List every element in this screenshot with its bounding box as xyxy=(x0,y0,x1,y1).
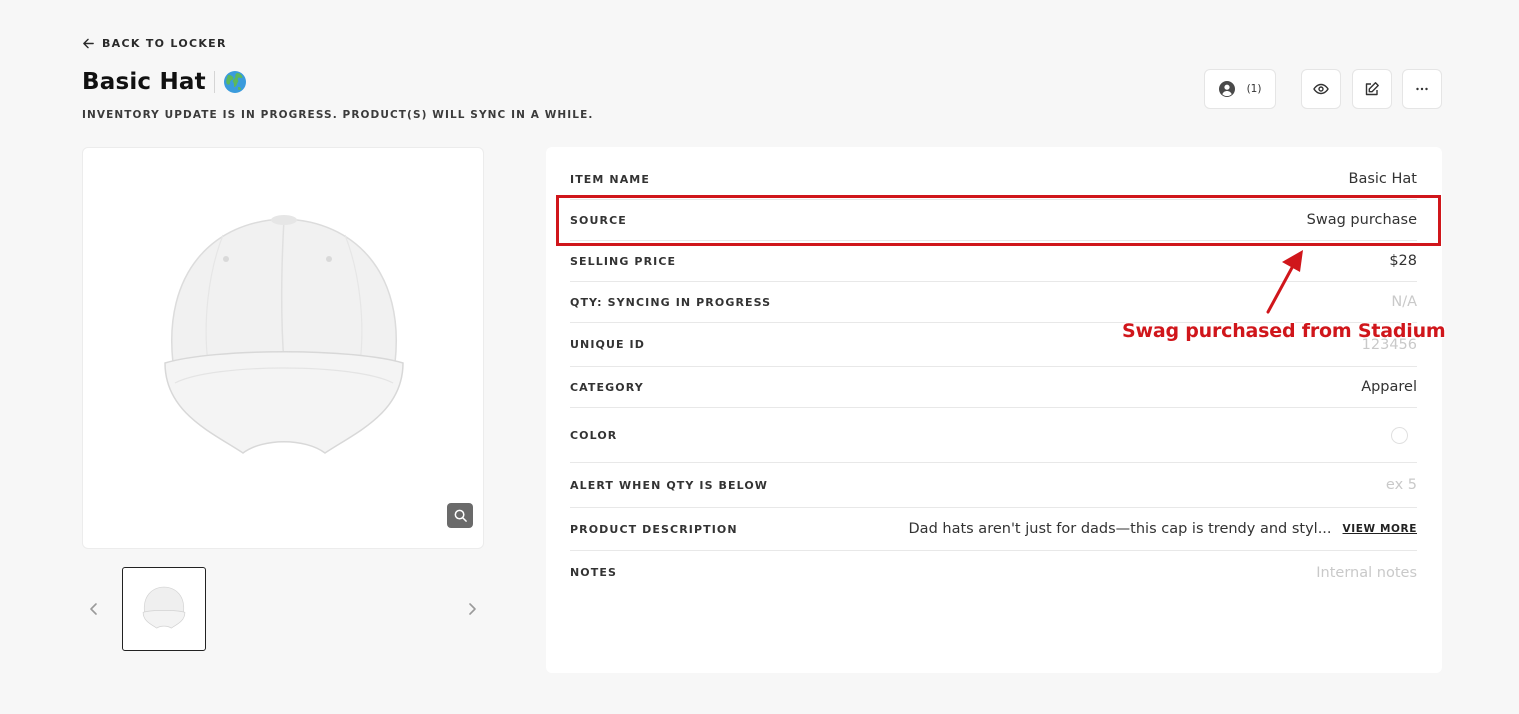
page-title: Basic Hat xyxy=(82,69,206,95)
arrow-left-icon xyxy=(83,38,94,49)
color-label: COLOR xyxy=(570,428,618,442)
unique-id-label: UNIQUE ID xyxy=(570,338,645,351)
qty-label: QTY: SYNCING IN PROGRESS xyxy=(570,295,772,309)
color-swatch[interactable] xyxy=(1391,426,1408,444)
globe-icon xyxy=(223,71,246,93)
magnifier-icon xyxy=(454,509,467,522)
view-more-link[interactable]: VIEW MORE xyxy=(1343,523,1417,535)
detail-row-description: PRODUCT DESCRIPTION Dad hats aren't just… xyxy=(570,508,1417,551)
thumbnail-next-button[interactable] xyxy=(461,598,483,620)
thumbnail-prev-button[interactable] xyxy=(83,598,105,620)
source-label: SOURCE xyxy=(570,213,627,227)
sync-notice: INVENTORY UPDATE IS IN PROGRESS. PRODUCT… xyxy=(82,109,594,121)
selling-price-value: $28 xyxy=(1389,253,1417,269)
detail-row-category: CATEGORY Apparel xyxy=(570,367,1417,408)
back-link-label: BACK TO LOCKER xyxy=(102,37,227,50)
back-to-locker-link[interactable]: BACK TO LOCKER xyxy=(82,37,227,50)
description-label: PRODUCT DESCRIPTION xyxy=(570,522,738,536)
product-image-card xyxy=(82,147,484,549)
eye-icon xyxy=(1313,83,1329,95)
notes-label: NOTES xyxy=(570,566,617,579)
description-value: Dad hats aren't just for dads—this cap i… xyxy=(908,521,1332,537)
category-value: Apparel xyxy=(1361,379,1417,395)
detail-row-notes[interactable]: NOTES Internal notes xyxy=(570,551,1417,594)
qty-value: N/A xyxy=(1391,294,1417,310)
annotation-text: Swag purchased from Stadium xyxy=(1122,320,1446,342)
selling-price-label: SELLING PRICE xyxy=(570,254,677,268)
annotation-arrow-icon xyxy=(1266,250,1303,314)
more-horizontal-icon xyxy=(1416,87,1428,91)
product-thumbnail[interactable] xyxy=(122,567,206,651)
edit-button[interactable] xyxy=(1352,69,1392,109)
detail-row-source: SOURCE Swag purchase xyxy=(570,200,1417,241)
owners-count: (1) xyxy=(1246,83,1262,95)
product-image xyxy=(164,215,404,454)
detail-row-item-name: ITEM NAME Basic Hat xyxy=(570,159,1417,200)
item-name-label: ITEM NAME xyxy=(570,172,650,186)
product-details-card: ITEM NAME Basic Hat SOURCE Swag purchase… xyxy=(546,147,1442,673)
detail-row-color: COLOR xyxy=(570,408,1417,463)
title-divider xyxy=(213,71,215,93)
zoom-image-button[interactable] xyxy=(447,503,473,528)
preview-button[interactable] xyxy=(1301,69,1341,109)
thumbnail-image xyxy=(142,586,186,629)
chevron-left-icon xyxy=(90,603,97,615)
chevron-right-icon xyxy=(469,603,476,615)
more-options-button[interactable] xyxy=(1402,69,1442,109)
owners-button[interactable]: (1) xyxy=(1204,69,1276,109)
description-content: Dad hats aren't just for dads—this cap i… xyxy=(909,521,1417,537)
item-name-value: Basic Hat xyxy=(1348,171,1417,187)
alert-qty-input[interactable]: ex 5 xyxy=(1386,477,1417,493)
edit-icon xyxy=(1365,82,1379,96)
category-label: CATEGORY xyxy=(570,380,644,394)
alert-qty-label: ALERT WHEN QTY IS BELOW xyxy=(570,478,769,492)
notes-input[interactable]: Internal notes xyxy=(1316,565,1417,581)
source-value: Swag purchase xyxy=(1306,212,1417,228)
user-avatar-icon xyxy=(1218,81,1235,97)
detail-row-alert-qty[interactable]: ALERT WHEN QTY IS BELOW ex 5 xyxy=(570,463,1417,508)
title-row: Basic Hat xyxy=(82,69,247,95)
